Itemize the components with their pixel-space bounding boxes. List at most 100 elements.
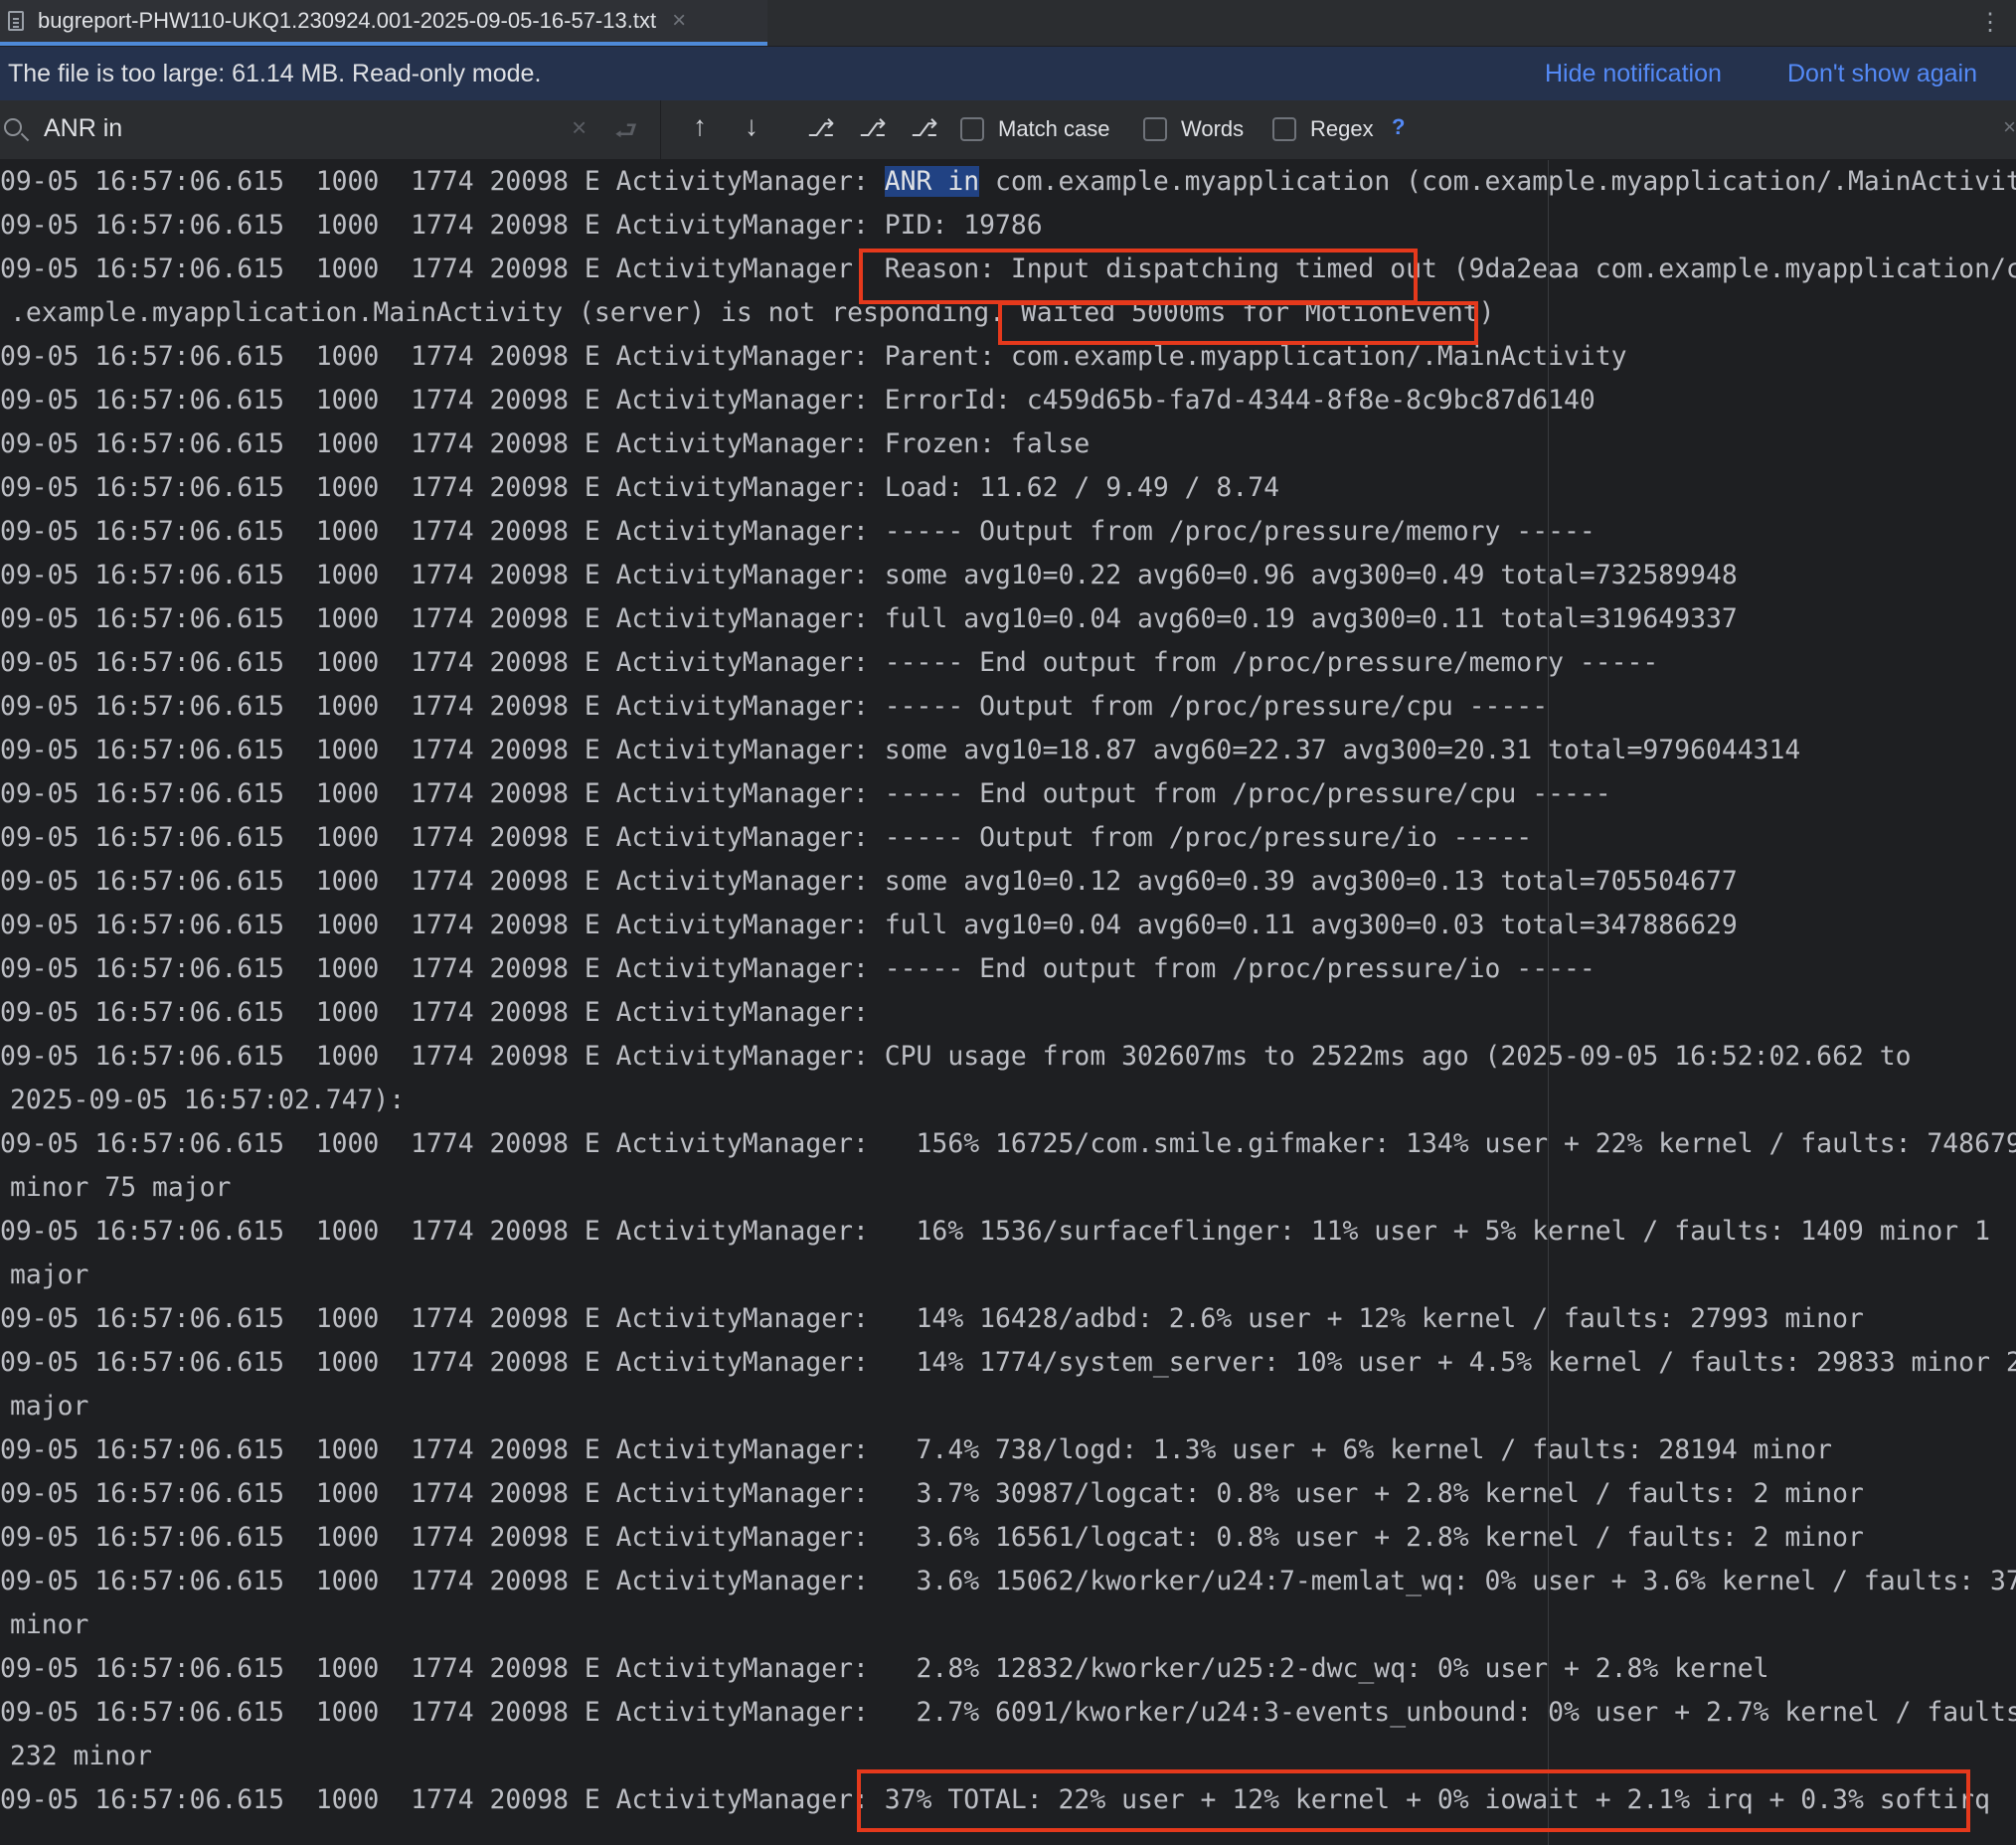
- log-line-continuation: 2025-09-05 16:57:02.747):: [10, 1085, 406, 1115]
- log-message: full avg10=0.04 avg60=0.11 avg300=0.03 t…: [884, 910, 1738, 940]
- filter-search-icon[interactable]: ⎇: [911, 114, 938, 143]
- log-message: ----- End output from /proc/pressure/cpu…: [884, 778, 1611, 809]
- log-prefix: 09-05 16:57:06.615 1000 1774 20098 E Act…: [0, 603, 885, 634]
- log-line: 09-05 16:57:06.615 1000 1774 20098 E Act…: [0, 991, 885, 1035]
- log-prefix: 09-05 16:57:06.615 1000 1774 20098 E Act…: [0, 1128, 885, 1159]
- log-line: 09-05 16:57:06.615 1000 1774 20098 E Act…: [0, 1560, 2016, 1603]
- log-line: 09-05 16:57:06.615 1000 1774 20098 E Act…: [0, 160, 2016, 204]
- dont-show-again-link[interactable]: Don't show again: [1787, 60, 1977, 88]
- log-message: some avg10=18.87 avg60=22.37 avg300=20.3…: [884, 735, 1801, 765]
- file-tab[interactable]: bugreport-PHW110-UKQ1.230924.001-2025-09…: [0, 0, 767, 46]
- log-line: 09-05 16:57:06.615 1000 1774 20098 E Act…: [0, 1516, 1864, 1560]
- log-message: ErrorId: c459d65b-fa7d-4344-8f8e-8c9bc87…: [884, 385, 1596, 416]
- log-line-continuation: major: [10, 1259, 89, 1290]
- log-prefix: 09-05 16:57:06.615 1000 1774 20098 E Act…: [0, 822, 885, 853]
- regex-checkbox[interactable]: [1272, 117, 1296, 141]
- select-all-occurrences-icon[interactable]: ⎇: [807, 114, 835, 143]
- waited-highlight-box: [998, 301, 1478, 345]
- log-prefix: 09-05 16:57:06.615 1000 1774 20098 E Act…: [0, 647, 885, 678]
- log-line: 09-05 16:57:06.615 1000 1774 20098 E Act…: [0, 1035, 1912, 1079]
- read-only-notification: The file is too large: 61.14 MB. Read-on…: [0, 47, 2016, 100]
- log-message: ----- Output from /proc/pressure/memory …: [884, 516, 1596, 547]
- log-message: 3.6% 16561/logcat: 0.8% user + 2.8% kern…: [884, 1522, 1864, 1553]
- log-message: 14% 1774/system_server: 10% user + 4.5% …: [884, 1347, 2016, 1378]
- log-message: 7.4% 738/logd: 1.3% user + 6% kernel / f…: [884, 1434, 1833, 1465]
- log-line: 09-05 16:57:06.615 1000 1774 20098 E Act…: [0, 1691, 2016, 1735]
- log-prefix: 09-05 16:57:06.615 1000 1774 20098 E Act…: [0, 560, 885, 590]
- regex-label: Regex: [1310, 116, 1374, 141]
- log-prefix: 09-05 16:57:06.615 1000 1774 20098 E Act…: [0, 953, 885, 984]
- log-message: 3.6% 15062/kworker/u24:7-memlat_wq: 0% u…: [884, 1566, 2016, 1596]
- tab-title: bugreport-PHW110-UKQ1.230924.001-2025-09…: [38, 8, 657, 33]
- log-line-continuation: 232 minor: [10, 1741, 152, 1771]
- log-prefix: 09-05 16:57:06.615 1000 1774 20098 E Act…: [0, 1434, 885, 1465]
- more-icon[interactable]: ⋮: [1978, 8, 2002, 37]
- log-message: some avg10=0.12 avg60=0.39 avg300=0.13 t…: [884, 866, 1738, 897]
- log-message: ----- Output from /proc/pressure/cpu ---…: [884, 691, 1549, 722]
- new-line-icon[interactable]: ⮐: [614, 112, 637, 156]
- log-prefix: 09-05 16:57:06.615 1000 1774 20098 E Act…: [0, 341, 885, 372]
- log-prefix: 09-05 16:57:06.615 1000 1774 20098 E Act…: [0, 385, 885, 416]
- log-line: 09-05 16:57:06.615 1000 1774 20098 E Act…: [0, 466, 1279, 510]
- log-line: 09-05 16:57:06.615 1000 1774 20098 E Act…: [0, 1428, 1832, 1472]
- log-line: 09-05 16:57:06.615 1000 1774 20098 E Act…: [0, 379, 1596, 422]
- log-message: full avg10=0.04 avg60=0.19 avg300=0.11 t…: [884, 603, 1738, 634]
- log-line: 09-05 16:57:06.615 1000 1774 20098 E Act…: [0, 1341, 2016, 1385]
- log-line: 09-05 16:57:06.615 1000 1774 20098 E Act…: [0, 729, 1800, 772]
- log-line: 09-05 16:57:06.615 1000 1774 20098 E Act…: [0, 1122, 2016, 1166]
- log-line: 09-05 16:57:06.615 1000 1774 20098 E Act…: [0, 510, 1596, 554]
- next-occurrence-button[interactable]: ↓: [745, 110, 758, 142]
- log-line: 09-05 16:57:06.615 1000 1774 20098 E Act…: [0, 947, 1596, 991]
- log-prefix: 09-05 16:57:06.615 1000 1774 20098 E Act…: [0, 1347, 885, 1378]
- log-line-continuation: minor 75 major: [10, 1172, 232, 1203]
- add-occurrence-icon[interactable]: ⎇: [859, 114, 887, 143]
- log-message: some avg10=0.22 avg60=0.96 avg300=0.49 t…: [884, 560, 1738, 590]
- log-line: 09-05 16:57:06.615 1000 1774 20098 E Act…: [0, 860, 1738, 904]
- log-line: 09-05 16:57:06.615 1000 1774 20098 E Act…: [0, 641, 1658, 685]
- log-line: 09-05 16:57:06.615 1000 1774 20098 E Act…: [0, 1297, 1864, 1341]
- log-line: 09-05 16:57:06.615 1000 1774 20098 E Act…: [0, 1210, 1990, 1254]
- search-icon[interactable]: [4, 118, 22, 136]
- clear-icon[interactable]: ×: [572, 112, 587, 143]
- search-input[interactable]: ANR in: [44, 114, 122, 143]
- divider: [660, 100, 661, 159]
- log-message: com.example.myapplication (com.example.m…: [979, 166, 2016, 197]
- log-line: 09-05 16:57:06.615 1000 1774 20098 E Act…: [0, 422, 1090, 466]
- log-prefix: 09-05 16:57:06.615 1000 1774 20098 E Act…: [0, 210, 885, 241]
- notification-message: The file is too large: 61.14 MB. Read-on…: [8, 59, 542, 87]
- log-prefix: 09-05 16:57:06.615 1000 1774 20098 E Act…: [0, 1784, 885, 1815]
- log-line: 09-05 16:57:06.615 1000 1774 20098 E Act…: [0, 1647, 1769, 1691]
- log-prefix: 09-05 16:57:06.615 1000 1774 20098 E Act…: [0, 866, 885, 897]
- words-label: Words: [1181, 116, 1245, 141]
- log-prefix: 09-05 16:57:06.615 1000 1774 20098 E Act…: [0, 428, 885, 459]
- log-line: 09-05 16:57:06.615 1000 1774 20098 E Act…: [0, 1472, 1864, 1516]
- log-line: 09-05 16:57:06.615 1000 1774 20098 E Act…: [0, 554, 1738, 597]
- log-message: 2.8% 12832/kworker/u25:2-dwc_wq: 0% user…: [884, 1653, 1769, 1684]
- match-case-checkbox[interactable]: [960, 117, 984, 141]
- log-line-continuation: major: [10, 1391, 89, 1422]
- log-message: 14% 16428/adbd: 2.6% user + 12% kernel /…: [884, 1303, 1864, 1334]
- log-prefix: 09-05 16:57:06.615 1000 1774 20098 E Act…: [0, 1041, 885, 1072]
- log-message: 2.7% 6091/kworker/u24:3-events_unbound: …: [884, 1697, 2016, 1728]
- log-prefix: 09-05 16:57:06.615 1000 1774 20098 E Act…: [0, 910, 885, 940]
- words-checkbox[interactable]: [1143, 117, 1167, 141]
- log-text-area[interactable]: 09-05 16:57:06.615 1000 1774 20098 E Act…: [0, 160, 2016, 1845]
- close-icon[interactable]: ×: [672, 7, 686, 35]
- regex-help-icon[interactable]: ?: [1392, 114, 1405, 140]
- log-line: 09-05 16:57:06.615 1000 1774 20098 E Act…: [0, 204, 1043, 248]
- log-message: Frozen: false: [884, 428, 1091, 459]
- match-case-label: Match case: [998, 116, 1110, 141]
- total-cpu-highlight-box: [857, 1769, 1970, 1832]
- log-message: 16% 1536/surfaceflinger: 11% user + 5% k…: [884, 1216, 1990, 1247]
- log-prefix: 09-05 16:57:06.615 1000 1774 20098 E Act…: [0, 997, 885, 1028]
- log-message: ----- End output from /proc/pressure/mem…: [884, 647, 1659, 678]
- log-prefix: 09-05 16:57:06.615 1000 1774 20098 E Act…: [0, 1653, 885, 1684]
- previous-occurrence-button[interactable]: ↑: [693, 110, 707, 142]
- log-prefix: 09-05 16:57:06.615 1000 1774 20098 E Act…: [0, 691, 885, 722]
- hide-notification-link[interactable]: Hide notification: [1545, 60, 1722, 88]
- log-message: PID: 19786: [884, 210, 1043, 241]
- close-search-icon[interactable]: ×: [2003, 114, 2016, 140]
- log-line-continuation: minor: [10, 1609, 89, 1640]
- text-file-icon: [8, 11, 24, 31]
- log-prefix: 09-05 16:57:06.615 1000 1774 20098 E Act…: [0, 516, 885, 547]
